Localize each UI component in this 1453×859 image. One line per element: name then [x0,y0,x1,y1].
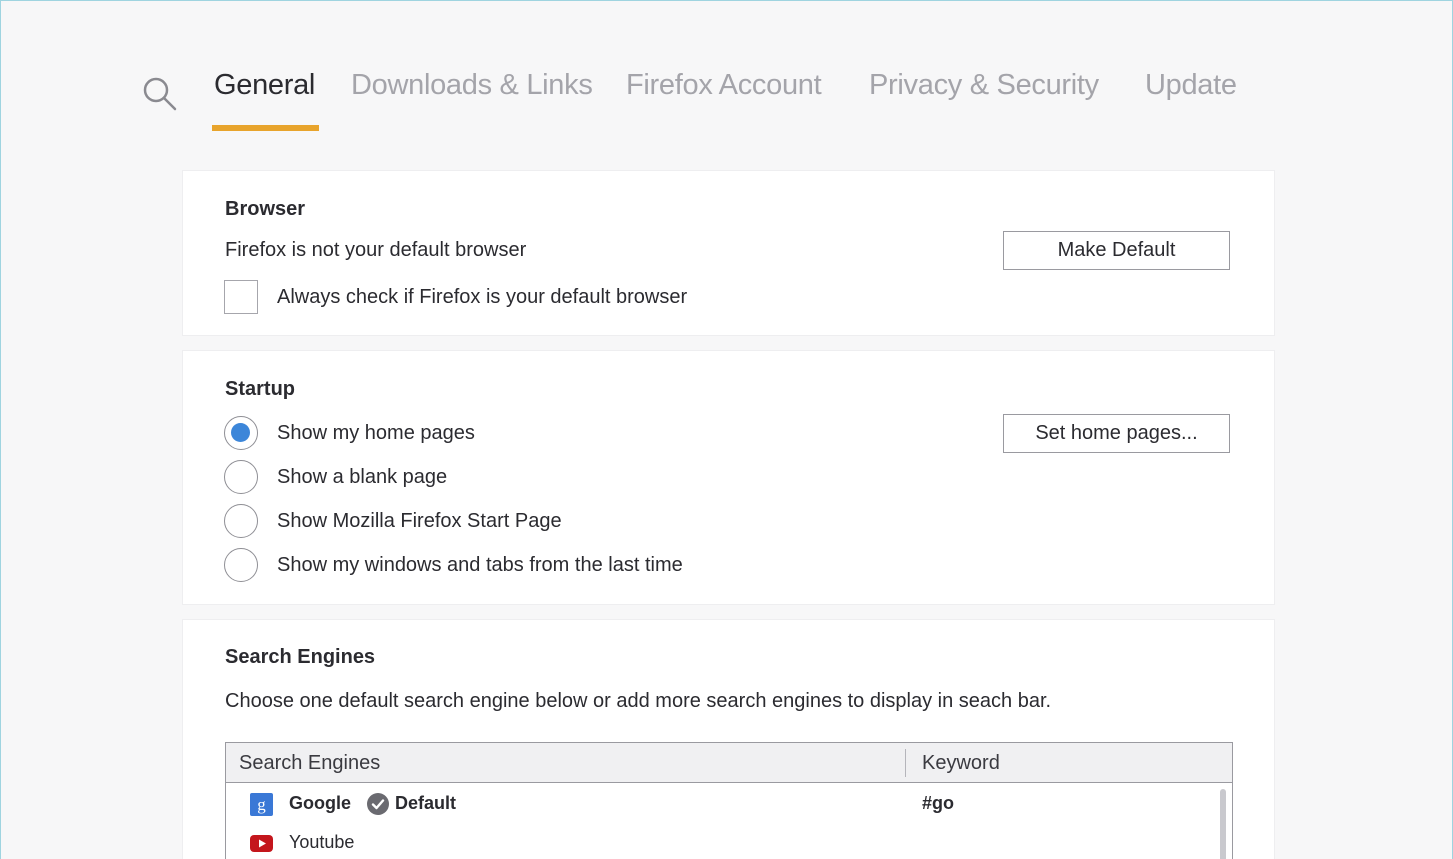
always-check-label: Always check if Firefox is your default … [277,286,688,308]
check-circle-icon [367,793,389,815]
youtube-icon [250,835,273,852]
preferences-window: General Downloads & Links Firefox Accoun… [0,0,1453,859]
search-engines-description: Choose one default search engine below o… [225,690,1052,712]
startup-section: Startup Set home pages... Show my home p… [183,351,1274,604]
radio-show-last-session[interactable] [224,548,258,582]
radio-label-show-start-page: Show Mozilla Firefox Start Page [277,510,562,532]
radio-show-blank-page[interactable] [224,460,258,494]
startup-section-title: Startup [225,378,295,400]
browser-section: Browser Firefox is not your default brow… [183,171,1274,335]
set-home-pages-button[interactable]: Set home pages... [1003,414,1230,453]
active-tab-indicator [212,125,319,131]
search-engines-table: Search Engines Keyword g Google Default … [225,742,1233,859]
tab-firefox-account[interactable]: Firefox Account [626,69,822,102]
tab-general[interactable]: General [214,69,315,102]
top-navigation: General Downloads & Links Firefox Accoun… [1,1,1452,141]
search-engines-section-title: Search Engines [225,646,376,668]
default-browser-status: Firefox is not your default browser [225,239,527,261]
radio-label-show-blank-page: Show a blank page [277,466,448,488]
engine-name: Youtube [289,832,355,852]
svg-text:g: g [257,795,266,814]
browser-section-title: Browser [225,198,306,220]
engine-name: Google [289,793,351,813]
tab-downloads-links[interactable]: Downloads & Links [351,69,593,102]
always-check-checkbox[interactable] [224,280,258,314]
table-row[interactable]: Youtube [226,824,1232,859]
table-scrollbar[interactable] [1220,789,1226,859]
column-header-keyword[interactable]: Keyword [922,752,1000,775]
tab-update[interactable]: Update [1145,69,1237,102]
engine-keyword: #go [922,793,955,813]
tab-privacy-security[interactable]: Privacy & Security [869,69,1099,102]
column-header-search-engines[interactable]: Search Engines [239,752,380,775]
search-icon[interactable] [141,75,179,113]
search-engines-section: Search Engines Choose one default search… [183,620,1274,859]
radio-show-home-pages[interactable] [224,416,258,450]
radio-label-show-last-session: Show my windows and tabs from the last t… [277,554,683,576]
radio-show-start-page[interactable] [224,504,258,538]
default-badge: Default [395,793,457,813]
radio-label-show-home-pages: Show my home pages [277,422,475,444]
column-divider[interactable] [905,749,906,777]
google-icon: g [250,793,273,816]
table-header: Search Engines Keyword [226,743,1232,783]
table-row[interactable]: g Google Default #go [226,785,1232,823]
make-default-button[interactable]: Make Default [1003,231,1230,270]
